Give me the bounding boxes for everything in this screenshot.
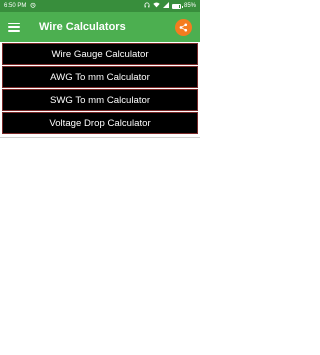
share-button[interactable]	[175, 18, 192, 36]
wifi-icon	[153, 2, 160, 10]
status-bar-left: 6:50 PM	[4, 2, 36, 10]
divider	[0, 137, 200, 138]
calculator-list: Wire Gauge Calculator AWG To mm Calculat…	[2, 43, 198, 134]
battery-level	[172, 4, 179, 8]
awg-to-mm-calculator-button[interactable]: AWG To mm Calculator	[2, 66, 198, 88]
status-bar: 6:50 PM 85%	[0, 0, 200, 12]
voltage-drop-calculator-button[interactable]: Voltage Drop Calculator	[2, 112, 198, 134]
signal-icon	[162, 2, 169, 10]
app-bar: Wire Calculators	[0, 12, 200, 42]
status-time: 6:50 PM	[4, 3, 27, 9]
battery-icon	[171, 3, 183, 9]
battery-percent: 85%	[183, 3, 196, 9]
wire-gauge-calculator-button[interactable]: Wire Gauge Calculator	[2, 43, 198, 65]
page-title: Wire Calculators	[39, 21, 126, 33]
share-icon	[179, 22, 188, 32]
hamburger-menu-icon[interactable]	[8, 22, 20, 32]
headphones-icon	[144, 2, 150, 10]
swg-to-mm-calculator-button[interactable]: SWG To mm Calculator	[2, 89, 198, 111]
status-bar-right: 85%	[144, 2, 196, 10]
alarm-icon	[30, 2, 36, 10]
